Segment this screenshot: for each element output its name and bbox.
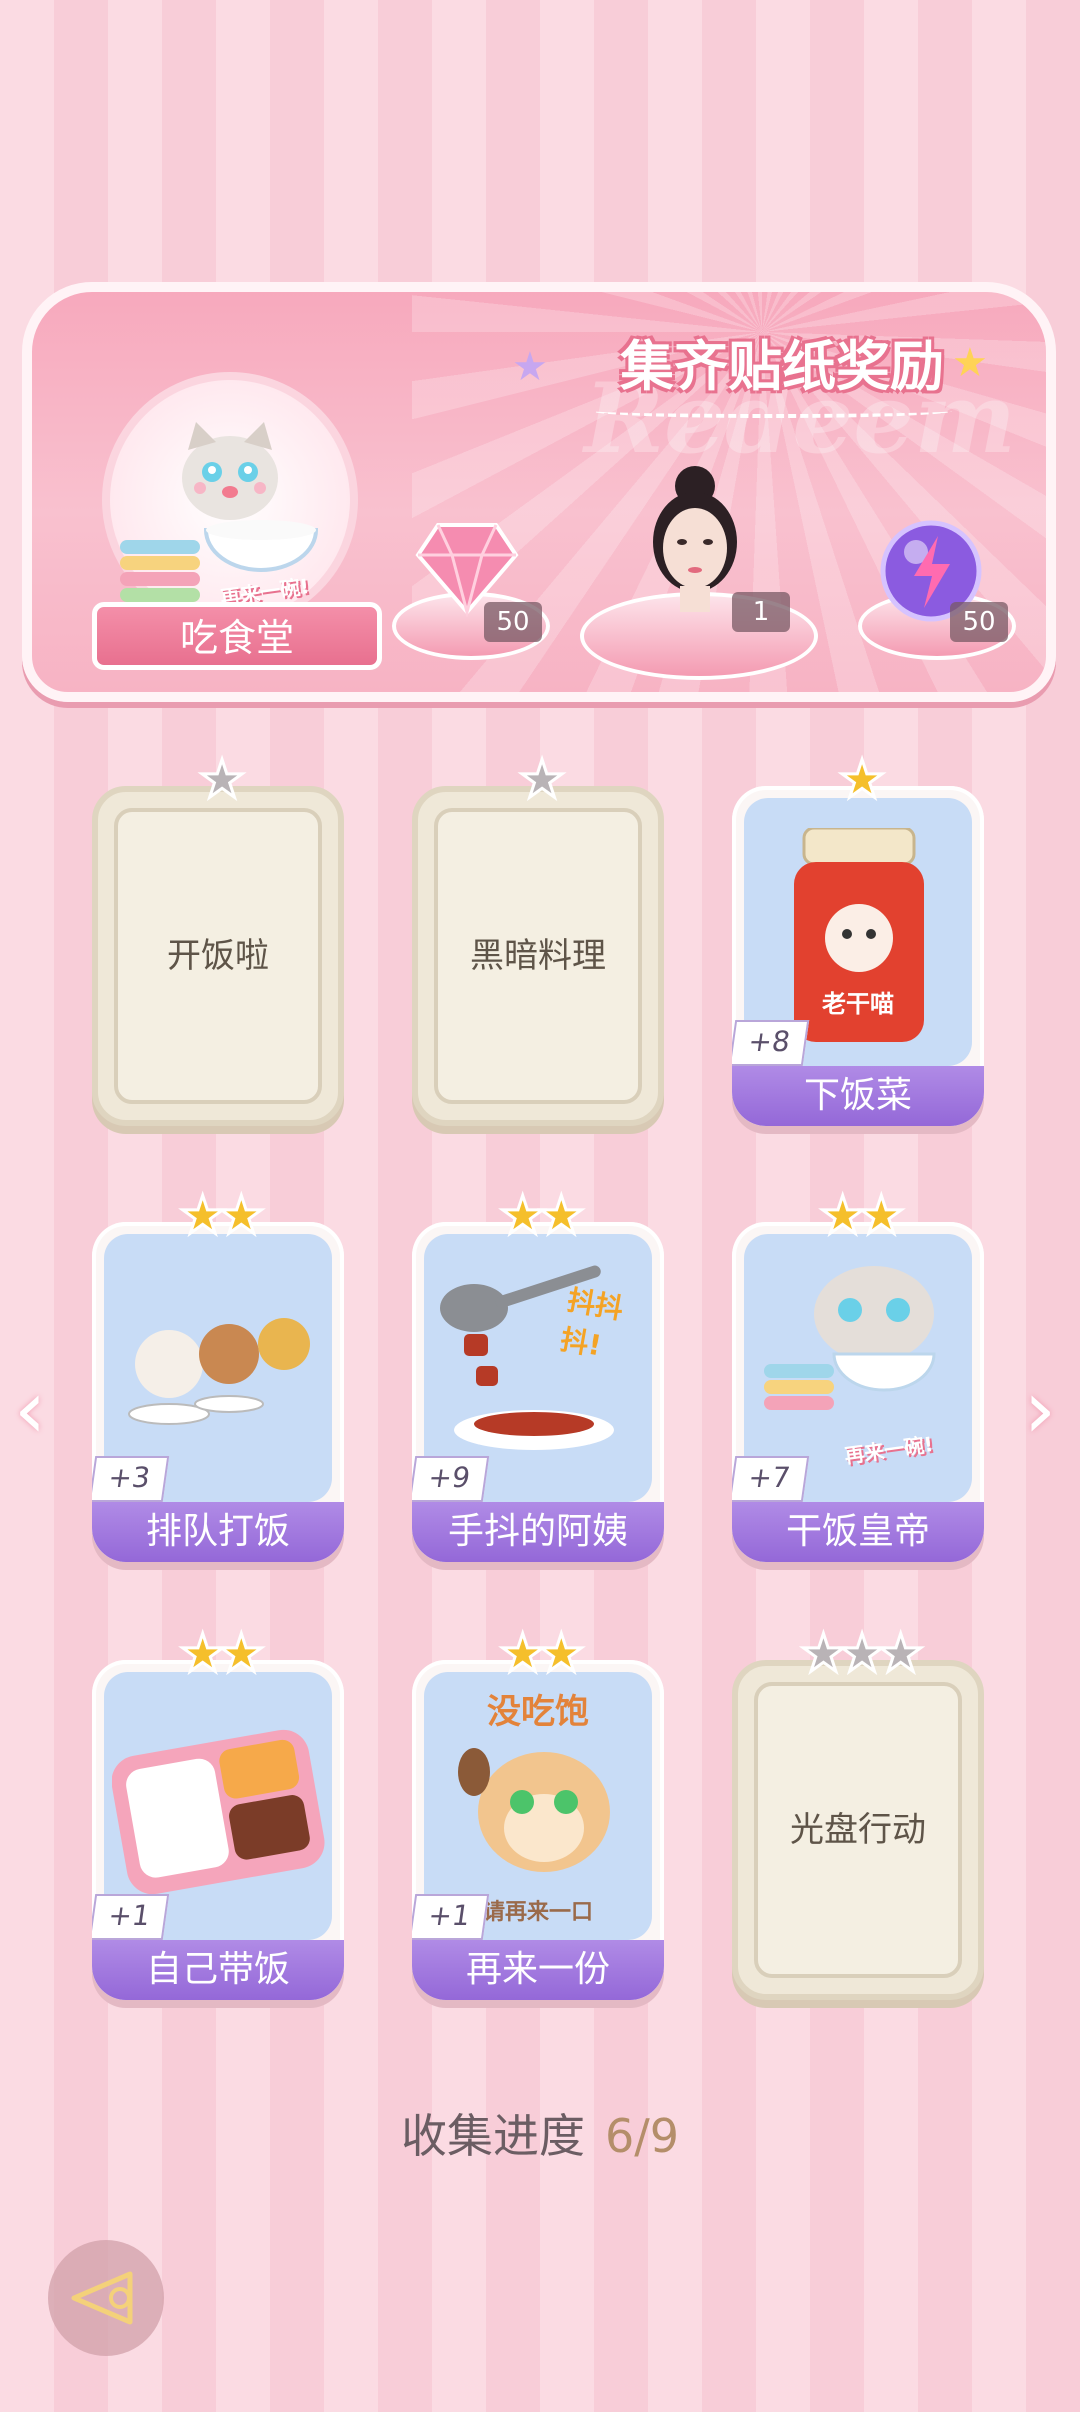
banner-title: 集齐贴纸奖励: [620, 335, 944, 398]
card-locked: 光盘行动: [732, 1660, 984, 2000]
card-title: 排队打饭: [92, 1502, 344, 1562]
card-title: 干饭皇帝: [732, 1502, 984, 1562]
card-art-text: 老干喵: [822, 990, 894, 1018]
purple-star-icon: ★: [512, 344, 548, 390]
star-icon: ★: [857, 1185, 907, 1248]
reward-count: 50: [950, 602, 1008, 642]
card-art-text: 没吃饱: [487, 1692, 589, 1732]
progress-label: 收集进度: [400, 2109, 585, 2163]
back-button[interactable]: [48, 2240, 164, 2356]
card-stars: ★: [92, 749, 344, 812]
card-title: 自己带饭: [92, 1940, 344, 2000]
back-arrow-icon: [71, 2271, 133, 2325]
sticker-card[interactable]: 黑暗料理 ★: [412, 749, 664, 1126]
card-bonus: +3: [92, 1456, 170, 1502]
star-icon: ★: [537, 1623, 587, 1686]
prev-page-arrow[interactable]: ‹: [14, 1370, 64, 1450]
progress-value: 6/9: [604, 2109, 680, 2163]
card-stars: ★★: [92, 1623, 344, 1686]
album-name-badge: 吃食堂: [92, 602, 382, 670]
card-unlocked: 没吃饱 请再来一口 +1 再来一份: [412, 1660, 664, 2000]
bento-box-icon: [112, 1729, 325, 1895]
card-bonus: +8: [732, 1020, 810, 1066]
star-icon: ★: [537, 1185, 587, 1248]
card-unlocked: 老干喵 +8 下饭菜: [732, 786, 984, 1126]
card-stars: ★★★: [732, 1623, 984, 1686]
next-page-arrow[interactable]: ›: [1024, 1370, 1074, 1450]
card-bonus: +1: [412, 1894, 490, 1940]
reward-count: 50: [484, 602, 542, 642]
hamster-spoon-icon: [458, 1748, 610, 1872]
sticker-card[interactable]: +3 排队打饭 ★★: [92, 1185, 344, 1562]
sticker-card[interactable]: 老干喵 +8 下饭菜 ★: [732, 749, 984, 1126]
card-title: 黑暗料理: [470, 936, 606, 976]
character-portrait: [653, 466, 737, 612]
card-locked: 黑暗料理: [412, 786, 664, 1126]
sticker-card[interactable]: 没吃饱 请再来一口 +1 再来一份 ★★: [412, 1623, 664, 2000]
card-title: 下饭菜: [732, 1066, 984, 1126]
card-unlocked: +1 自己带饭: [92, 1660, 344, 2000]
sticker-card[interactable]: 抖抖抖! +9 手抖的阿姨 ★★: [412, 1185, 664, 1562]
card-unlocked: 再来一碗! +7 干饭皇帝: [732, 1222, 984, 1562]
card-stars: ★: [412, 749, 664, 812]
star-icon: ★: [178, 1185, 228, 1248]
yellow-star-icon: ★: [952, 340, 988, 386]
sticker-card[interactable]: 再来一碗! +7 干饭皇帝 ★★: [732, 1185, 984, 1562]
card-locked: 开饭啦: [92, 786, 344, 1126]
card-title: 再来一份: [412, 1940, 664, 2000]
star-icon: ★: [517, 749, 567, 812]
card-stars: ★★: [732, 1185, 984, 1248]
star-icon: ★: [837, 1623, 887, 1686]
star-icon: ★: [876, 1623, 926, 1686]
card-stars: ★★: [412, 1623, 664, 1686]
star-icon: ★: [178, 1623, 228, 1686]
card-stars: ★★: [92, 1185, 344, 1248]
card-title: 开饭啦: [167, 936, 269, 976]
card-title: 手抖的阿姨: [412, 1502, 664, 1562]
star-icon: ★: [217, 1185, 267, 1248]
card-bonus: +1: [92, 1894, 170, 1940]
sticker-card[interactable]: +1 自己带饭 ★★: [92, 1623, 344, 2000]
album-medal: 再来一碗!: [102, 372, 358, 628]
sticker-card[interactable]: 光盘行动 ★★★: [732, 1623, 984, 2000]
card-title: 光盘行动: [790, 1810, 926, 1850]
card-unlocked: 抖抖抖! +9 手抖的阿姨: [412, 1222, 664, 1562]
star-icon: ★: [498, 1185, 548, 1248]
cat-emperor-eating-icon: [764, 1266, 936, 1410]
reward-count: 1: [732, 592, 790, 632]
sticker-reward-banner: Redeem ★ 集齐贴纸奖励 ★ 再来一碗! 吃食堂 50 1 50: [22, 282, 1056, 702]
card-unlocked: +3 排队打饭: [92, 1222, 344, 1562]
collection-progress: 收集进度 6/9: [0, 2100, 1080, 2166]
card-bonus: +7: [732, 1456, 810, 1502]
cats-queueing-icon: [128, 1318, 310, 1425]
star-icon: ★: [217, 1623, 267, 1686]
star-icon: ★: [197, 749, 247, 812]
star-icon: ★: [818, 1185, 868, 1248]
card-stars: ★★: [412, 1185, 664, 1248]
card-bonus: +9: [412, 1456, 490, 1502]
sticker-card[interactable]: 开饭啦 ★: [92, 749, 344, 1126]
star-icon: ★: [837, 749, 887, 812]
card-art-text: 抖抖抖!: [557, 1283, 626, 1363]
card-stars: ★: [732, 749, 984, 812]
star-icon: ★: [799, 1623, 849, 1686]
title-underline: [592, 404, 952, 418]
star-icon: ★: [498, 1623, 548, 1686]
